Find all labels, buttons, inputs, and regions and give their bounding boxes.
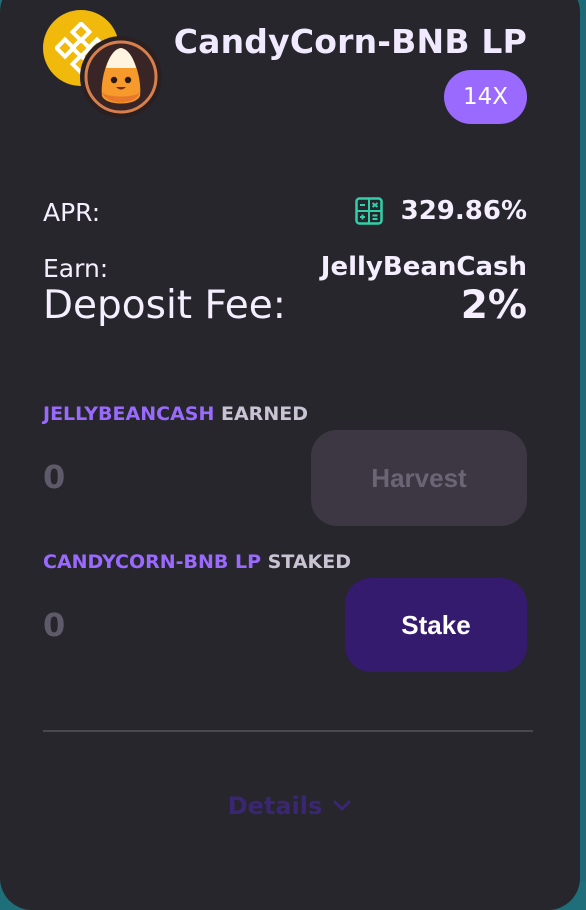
staked-section-title: CANDYCORN-BNB LP STAKED <box>43 551 351 573</box>
deposit-fee-label: Deposit Fee: <box>43 283 286 328</box>
earned-token-name: JELLYBEANCASH <box>43 403 215 425</box>
farm-card: CandyCorn-BNB LP 14X APR: 329.86% Earn: … <box>0 0 580 910</box>
earned-amount: 0 <box>43 458 66 496</box>
calculator-icon[interactable] <box>354 197 383 225</box>
staked-suffix: STAKED <box>267 551 352 573</box>
details-label: Details <box>227 792 323 820</box>
candycorn-token-icon <box>80 36 162 118</box>
details-toggle[interactable]: Details <box>0 792 580 820</box>
apr-label: APR: <box>43 198 101 227</box>
earn-label: Earn: <box>43 254 109 283</box>
stake-button[interactable]: Stake <box>345 578 527 672</box>
deposit-fee-value: 2% <box>460 283 527 328</box>
staked-amount: 0 <box>43 606 66 644</box>
chevron-down-icon <box>332 799 352 813</box>
earned-section-title: JELLYBEANCASH EARNED <box>43 403 308 425</box>
apr-value-row: 329.86% <box>354 196 527 226</box>
farm-pair-title: CandyCorn-BNB LP <box>173 22 527 61</box>
card-divider <box>43 730 533 732</box>
apr-value: 329.86% <box>400 196 527 226</box>
earned-suffix: EARNED <box>221 403 308 425</box>
multiplier-badge: 14X <box>444 70 527 124</box>
harvest-button[interactable]: Harvest <box>311 430 527 526</box>
earn-token-value: JellyBeanCash <box>320 252 527 282</box>
staked-token-name: CANDYCORN-BNB LP <box>43 551 262 573</box>
